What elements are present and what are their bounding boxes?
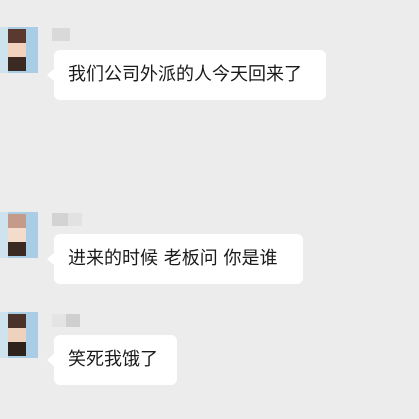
chat-window: 我们公司外派的人今天回来了 进来的时候 老板问 你是谁 笑死我饿了 — [0, 0, 419, 419]
message-bubble[interactable]: 进来的时候 老板问 你是谁 — [47, 234, 303, 284]
sender-name-blurred — [52, 213, 82, 226]
avatar[interactable] — [0, 212, 38, 258]
sender-name-blurred — [52, 28, 70, 41]
message-bubble[interactable]: 我们公司外派的人今天回来了 — [47, 50, 326, 100]
message-text: 笑死我饿了 — [68, 349, 158, 370]
message-text: 进来的时候 老板问 你是谁 — [68, 248, 278, 269]
sender-name-blurred — [52, 314, 80, 327]
avatar[interactable] — [0, 312, 38, 358]
message-text: 我们公司外派的人今天回来了 — [68, 64, 302, 85]
avatar[interactable] — [0, 27, 38, 73]
message-bubble[interactable]: 笑死我饿了 — [47, 335, 177, 385]
